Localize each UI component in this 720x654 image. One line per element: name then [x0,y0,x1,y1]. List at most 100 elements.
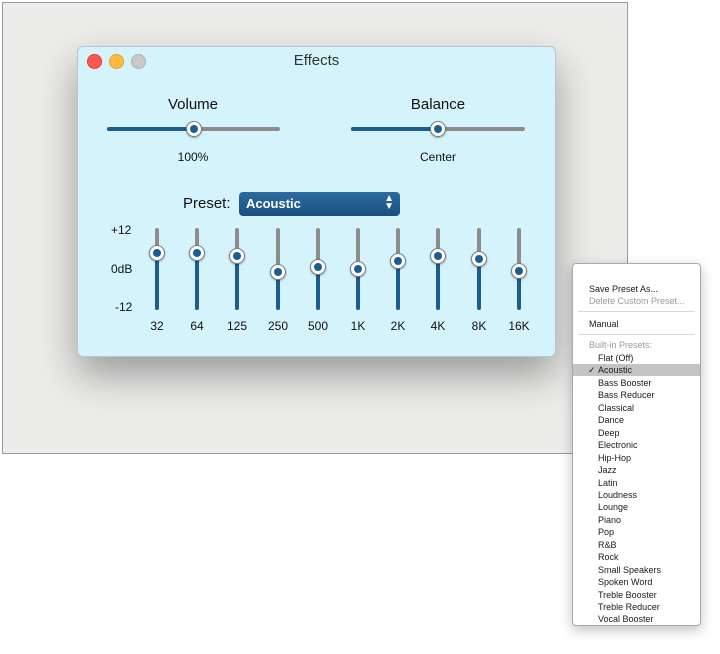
preset-select[interactable]: Acoustic ▲ ▼ [239,192,400,216]
menu-item-label: Dance [598,415,625,425]
menu-item-preset[interactable]: Loudness [573,489,700,501]
eq-slider-knob[interactable] [430,248,446,264]
eq-slider-knob[interactable] [390,253,406,269]
menu-item-preset[interactable]: Bass Reducer [573,389,700,401]
menu-item-preset[interactable]: Spoken Word [573,576,700,588]
eq-slider-fill [235,256,239,310]
menu-item-preset[interactable]: Latin [573,477,700,489]
eq-scale-top: +12 [111,223,132,237]
menu-item-preset[interactable]: Treble Reducer [573,601,700,613]
menu-builtin-header: Built-in Presets: [589,340,653,350]
eq-band-250: 250 [263,228,293,333]
preset-label: Preset: [183,195,231,212]
eq-band-32: 32 [142,228,172,333]
menu-item-label: Latin [598,478,618,488]
eq-slider-knob[interactable] [471,251,487,267]
menu-item-preset[interactable]: Deep [573,427,700,439]
menu-item-preset[interactable]: Flat (Off) [573,352,700,364]
menu-item-label: Lounge [598,502,629,512]
menu-item-preset[interactable]: ✓ Acoustic [573,364,700,376]
eq-slider-knob[interactable] [270,264,286,280]
menu-item-preset[interactable]: Dance [573,414,700,426]
menu-item-label: Hip-Hop [598,453,632,463]
menu-item-label: Acoustic [598,365,633,375]
menu-item-label: Bass Reducer [598,390,655,400]
menu-item-preset[interactable]: Jazz [573,464,700,476]
eq-frequency-label: 16K [508,319,530,333]
balance-value: Center [419,150,457,164]
menu-separator [578,311,695,312]
menu-item-preset[interactable]: Bass Booster [573,377,700,389]
eq-frequency-label: 250 [267,319,289,333]
menu-item-preset[interactable]: Rock [573,551,700,563]
volume-label: Volume [167,96,219,113]
eq-slider-fill [195,253,199,310]
volume-value: 100% [177,150,209,164]
eq-slider-knob[interactable] [511,263,527,279]
menu-item-preset[interactable]: Hip-Hop [573,452,700,464]
menu-item-label: Electronic [598,440,638,450]
eq-band-4k: 4K [423,228,453,333]
menu-item-label: Flat (Off) [598,353,634,363]
eq-band-1k: 1K [343,228,373,333]
eq-frequency-label: 64 [190,319,204,333]
eq-band-125: 125 [222,228,252,333]
eq-frequency-label: 500 [307,319,329,333]
eq-slider-fill [155,253,159,310]
menu-item-save-preset[interactable]: Save Preset As... [573,283,700,295]
balance-slider-knob[interactable] [430,121,446,137]
menu-item-preset[interactable]: Electronic [573,439,700,451]
menu-item-label: Vocal Booster [598,614,654,624]
balance-slider[interactable] [351,121,525,137]
menu-item-label: Rock [598,552,619,562]
preset-menu: Save Preset As... Delete Custom Preset..… [572,263,701,626]
menu-item-label: Deep [598,428,620,438]
volume-slider-knob[interactable] [186,121,202,137]
volume-slider[interactable] [107,121,280,137]
menu-item-preset[interactable]: Pop [573,526,700,538]
menu-item-label: Loudness [598,490,638,500]
menu-item-label: R&B [598,540,617,550]
menu-item-preset[interactable]: Piano [573,514,700,526]
menu-item-label: Classical [598,403,635,413]
eq-slider-knob[interactable] [189,245,205,261]
menu-item-preset[interactable]: Classical [573,402,700,414]
menu-item-label: Small Speakers [598,565,662,575]
eq-frequency-label: 125 [226,319,248,333]
menu-item-preset[interactable]: R&B [573,539,700,551]
updown-chevron-icon: ▲ ▼ [384,193,394,212]
eq-slider-knob[interactable] [229,248,245,264]
volume-slider-fill [107,127,194,131]
eq-frequency-label: 4K [430,319,446,333]
eq-frequency-label: 1K [350,319,366,333]
menu-item-delete-preset: Delete Custom Preset... [589,296,685,306]
preset-selected-value: Acoustic [246,196,301,211]
eq-frequency-label: 32 [150,319,164,333]
menu-item-preset[interactable]: Vocal Booster [573,613,700,625]
menu-separator [578,334,695,335]
eq-slider-knob[interactable] [350,261,366,277]
menu-item-label: Treble Reducer [598,602,660,612]
eq-band-8k: 8K [464,228,494,333]
menu-item-manual[interactable]: Manual [573,318,700,330]
menu-item-preset[interactable]: Treble Booster [573,589,700,601]
eq-band-500: 500 [303,228,333,333]
eq-slider-knob[interactable] [310,259,326,275]
balance-slider-fill [351,127,438,131]
eq-band-16k: 16K [504,228,534,333]
menu-item-label: Piano [598,515,622,525]
eq-scale-bottom: -12 [115,300,133,314]
menu-item-preset[interactable]: Lounge [573,501,700,513]
eq-scale-mid: 0dB [111,262,133,276]
menu-item-label: Jazz [598,465,617,475]
eq-band-2k: 2K [383,228,413,333]
effects-window: Effects Volume 100% Balance Center Prese… [77,46,556,357]
eq-slider-fill [436,256,440,310]
window-title: Effects [293,52,340,69]
menu-item-preset[interactable]: Small Speakers [573,564,700,576]
menu-item-label: Bass Booster [598,378,652,388]
eq-slider-knob[interactable] [149,245,165,261]
checkmark-icon: ✓ [588,365,596,375]
eq-band-64: 64 [182,228,212,333]
menu-item-label: Spoken Word [598,577,653,587]
